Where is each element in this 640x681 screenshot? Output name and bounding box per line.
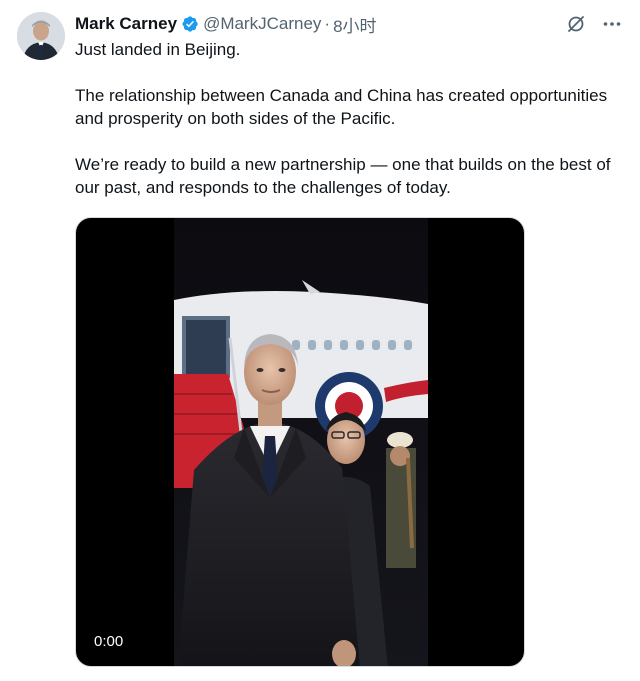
verified-badge-icon [181,15,199,33]
video-timestamp: 0:00 [94,633,124,650]
tweet-paragraph-3: We’re ready to build a new partnership —… [75,155,611,197]
video-player[interactable]: 0:00 [75,217,525,667]
tweet-actions-top [566,12,622,36]
display-name[interactable]: Mark Carney [75,14,177,34]
tweet-paragraph-1: Just landed in Beijing. [75,40,241,59]
avatar[interactable] [17,12,65,60]
video-frame [174,218,428,666]
tweet-paragraph-2: The relationship between Canada and Chin… [75,86,608,128]
video-still-image [174,218,428,666]
header-separator: · [324,14,331,33]
more-options-icon[interactable] [602,14,622,34]
tweet-time[interactable]: 8小时 [333,12,376,37]
grok-icon[interactable] [566,14,586,34]
avatar-image [17,12,65,60]
tweet-header: Mark Carney @MarkJCarney · 8小时 [75,12,377,36]
tweet-text: Just landed in Beijing. The relationship… [75,38,620,222]
tweet[interactable]: Mark Carney @MarkJCarney · 8小时 Just land… [0,0,640,681]
user-handle[interactable]: @MarkJCarney [203,14,321,34]
